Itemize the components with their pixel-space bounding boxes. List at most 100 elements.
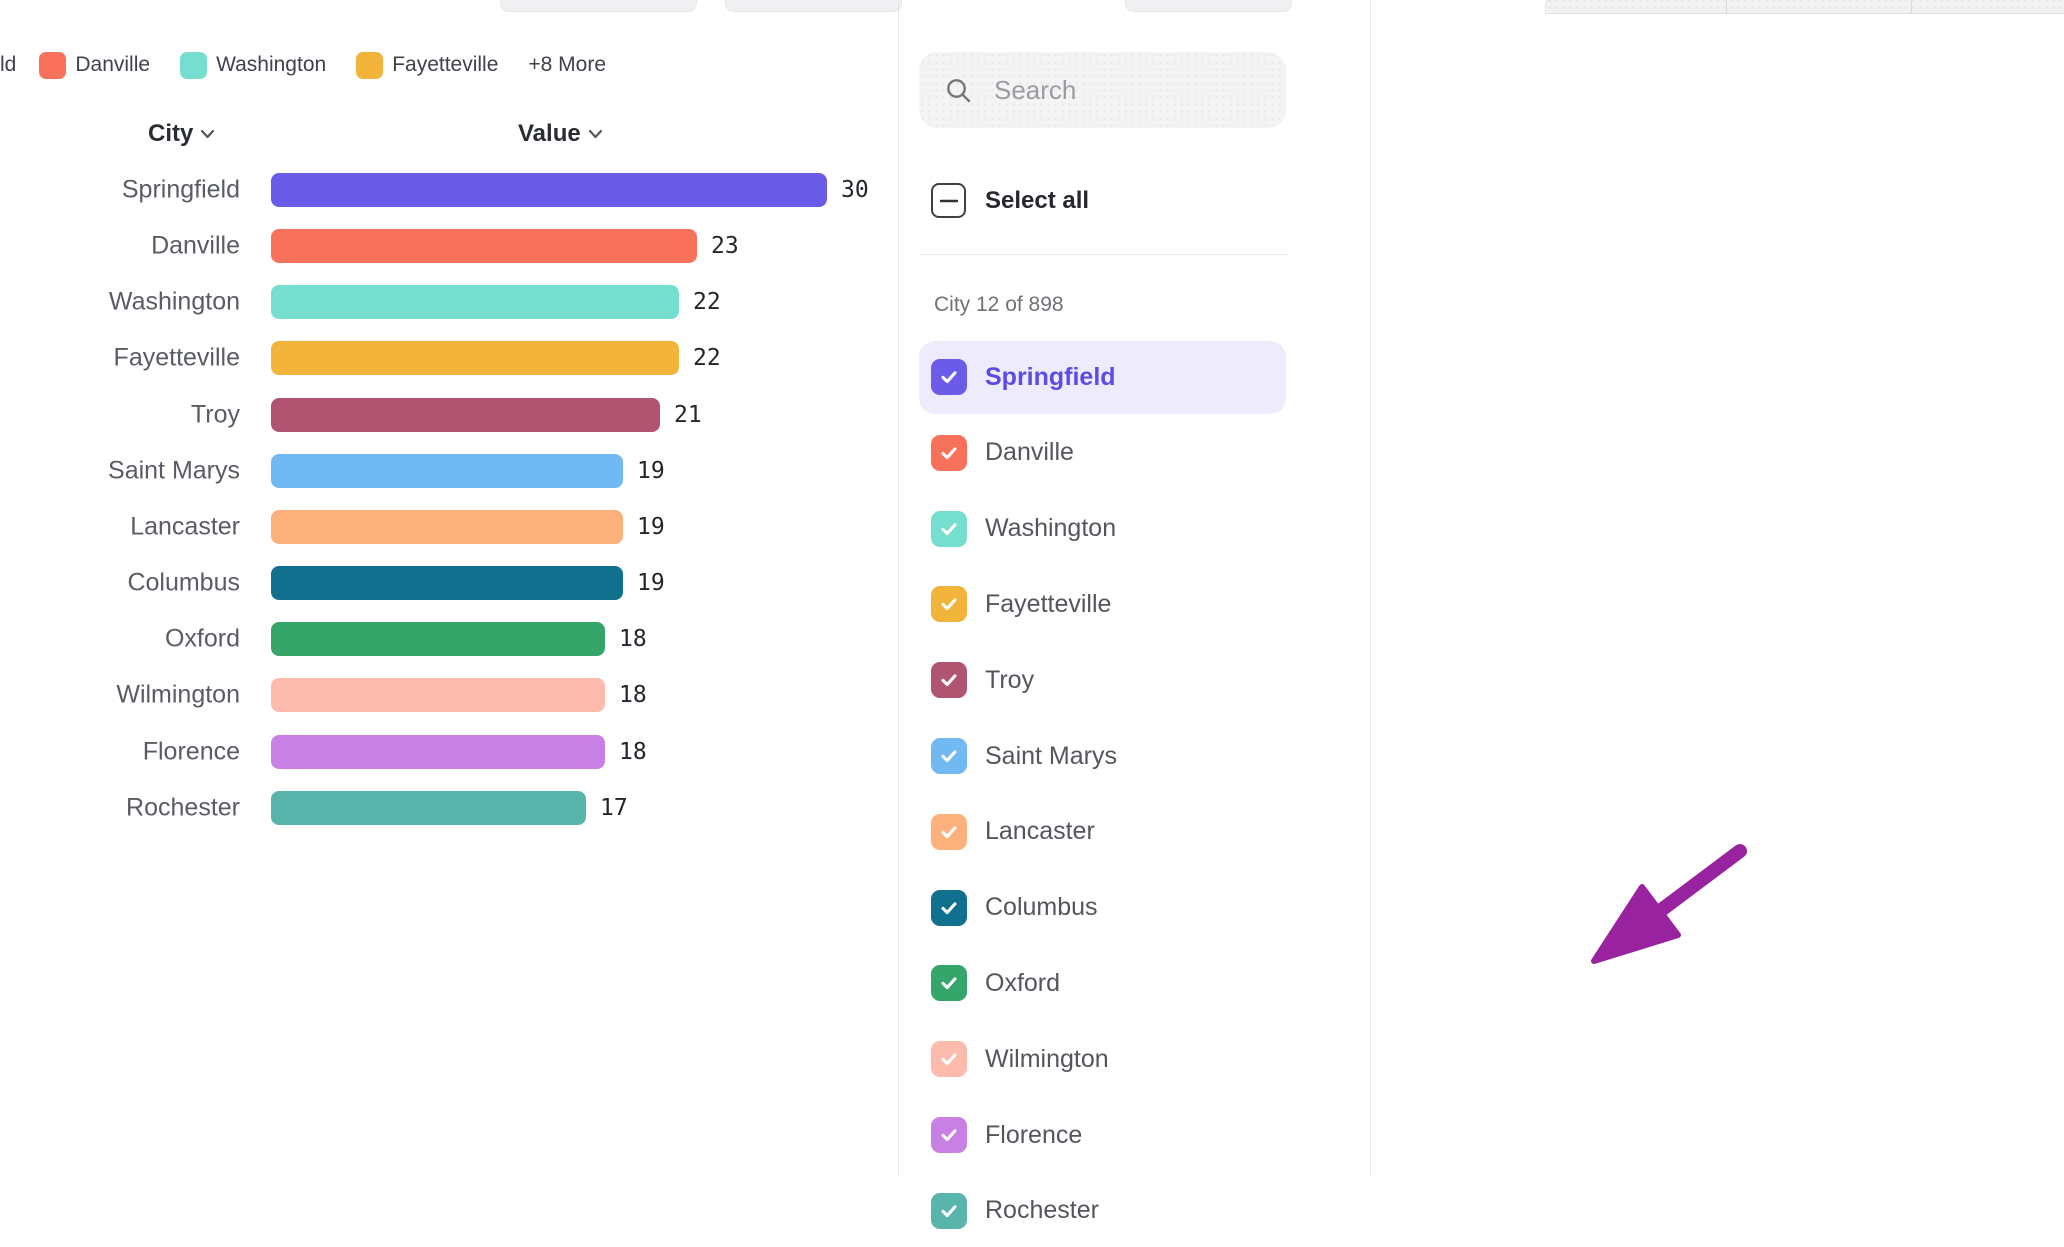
city-checkbox[interactable]: [931, 511, 967, 547]
legend-swatch: [39, 52, 66, 79]
city-checkbox[interactable]: [931, 1117, 967, 1153]
bar[interactable]: [271, 510, 623, 544]
bar-category-label: Fayetteville: [0, 344, 240, 373]
bar[interactable]: [271, 173, 827, 207]
city-checkbox[interactable]: [931, 1193, 967, 1229]
list-divider: [919, 254, 1287, 255]
city-label: Washington: [985, 514, 1116, 543]
bar-value-label: 19: [637, 458, 665, 484]
chart-row: Fayetteville22: [0, 330, 898, 386]
city-list-item[interactable]: Lancaster: [919, 795, 1286, 868]
check-icon: [938, 366, 960, 388]
bar[interactable]: [271, 678, 605, 712]
check-icon: [938, 442, 960, 464]
chart-panel: ld Danville Washington Fayetteville +8 Mor…: [0, 0, 898, 1176]
bar-value-label: 19: [637, 514, 665, 540]
bar[interactable]: [271, 791, 586, 825]
check-icon: [938, 669, 960, 691]
bar-value-label: 17: [600, 795, 628, 821]
city-checkbox[interactable]: [931, 435, 967, 471]
search-input[interactable]: [992, 74, 1256, 107]
legend-label: Danville: [75, 53, 150, 77]
bar[interactable]: [271, 341, 679, 375]
chart-row: Wilmington 18: [0, 667, 898, 723]
city-list-item[interactable]: Wilmington: [919, 1023, 1286, 1096]
city-label: Troy: [985, 666, 1034, 695]
check-icon: [938, 518, 960, 540]
indeterminate-icon: [940, 199, 958, 203]
city-checkbox[interactable]: [931, 586, 967, 622]
legend-item[interactable]: Danville: [39, 52, 150, 79]
city-checkbox[interactable]: [931, 662, 967, 698]
bar[interactable]: [271, 622, 605, 656]
chart-row: Oxford18: [0, 611, 898, 667]
bar[interactable]: [271, 229, 697, 263]
city-list-item[interactable]: Florence: [919, 1099, 1286, 1172]
city-checkbox[interactable]: [931, 814, 967, 850]
city-checkbox[interactable]: [931, 1041, 967, 1077]
check-icon: [938, 745, 960, 767]
chart-row: Lancaster 19: [0, 499, 898, 555]
city-checkbox[interactable]: [931, 738, 967, 774]
bar-category-label: Lancaster: [0, 512, 240, 541]
select-all-label: Select all: [985, 187, 1089, 215]
bar[interactable]: [271, 454, 623, 488]
city-list-item[interactable]: Rochester: [919, 1174, 1286, 1247]
search-icon: [945, 77, 972, 104]
chart-row: Florence 18: [0, 724, 898, 780]
city-label: Lancaster: [985, 817, 1095, 846]
column-header-value[interactable]: Value: [518, 118, 603, 150]
select-all-row[interactable]: Select all: [931, 183, 1089, 218]
check-icon: [938, 821, 960, 843]
bar-value-label: 18: [619, 739, 647, 765]
city-label: Wilmington: [985, 1045, 1109, 1074]
bar-category-label: Wilmington: [0, 681, 240, 710]
bar-category-label: Saint Marys: [0, 456, 240, 485]
select-all-checkbox[interactable]: [931, 183, 966, 218]
bar-value-label: 18: [619, 682, 647, 708]
legend-label: Fayetteville: [392, 53, 498, 77]
bar-category-label: Washington: [0, 288, 240, 317]
city-list-item[interactable]: Oxford: [919, 947, 1286, 1020]
chart-row: Danville23: [0, 218, 898, 274]
search-box[interactable]: [919, 52, 1286, 128]
check-icon: [938, 1200, 960, 1222]
city-checkbox[interactable]: [931, 965, 967, 1001]
check-icon: [938, 1124, 960, 1146]
check-icon: [938, 593, 960, 615]
list-count-label: City 12 of 898: [934, 293, 1064, 317]
city-label: Florence: [985, 1121, 1082, 1150]
city-list-item[interactable]: Fayetteville: [919, 568, 1286, 641]
city-checkbox[interactable]: [931, 890, 967, 926]
bar-category-label: Columbus: [0, 569, 240, 598]
city-label: Columbus: [985, 893, 1098, 922]
city-list-item[interactable]: Springfield: [919, 341, 1286, 414]
chart-row: Columbus19: [0, 555, 898, 611]
bar[interactable]: [271, 735, 605, 769]
city-label: Saint Marys: [985, 742, 1117, 771]
city-list-item[interactable]: Troy: [919, 644, 1286, 717]
bar[interactable]: [271, 566, 623, 600]
bar-value-label: 18: [619, 626, 647, 652]
city-list-item[interactable]: Danville: [919, 416, 1286, 489]
query-builder-panel: Metrics A Uniques of Sign Up Completed S…: [1371, 0, 2064, 1176]
legend-more-label[interactable]: +8 More: [528, 53, 606, 77]
city-list-item[interactable]: Washington: [919, 492, 1286, 565]
bar-category-label: Danville: [0, 232, 240, 261]
city-list-item[interactable]: Saint Marys: [919, 720, 1286, 793]
bar-value-label: 22: [693, 289, 721, 315]
check-icon: [938, 1048, 960, 1070]
bar[interactable]: [271, 285, 679, 319]
legend-item[interactable]: Fayetteville: [356, 52, 498, 79]
legend-item[interactable]: Washington: [180, 52, 326, 79]
legend-item-clipped[interactable]: ld: [0, 53, 16, 77]
bar-value-label: 30: [841, 177, 869, 203]
bar[interactable]: [271, 398, 660, 432]
legend-swatch: [356, 52, 383, 79]
chart-row: Springfield30: [0, 162, 898, 218]
bar-category-label: Troy: [0, 400, 240, 429]
city-checkbox[interactable]: [931, 359, 967, 395]
city-list-item[interactable]: Columbus: [919, 871, 1286, 944]
bar-category-label: Florence: [0, 737, 240, 766]
column-header-city[interactable]: City: [148, 118, 215, 150]
